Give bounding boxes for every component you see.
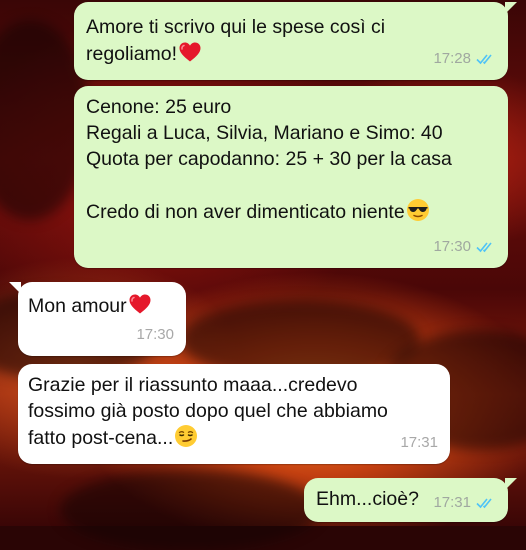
message-text-line: Cenone: 25 euro: [86, 96, 232, 118]
message-bubble-incoming[interactable]: Grazie per il riassunto maaa...credevo f…: [18, 364, 450, 464]
smirking-face-icon: [175, 425, 198, 447]
message-bubble-outgoing[interactable]: Ehm...cioè? 17:31: [304, 478, 517, 522]
message-text-line: Credo di non aver dimenticato niente: [86, 198, 494, 225]
sunglasses-face-icon: [406, 199, 429, 221]
message-meta: 17:31: [433, 490, 496, 516]
message-meta: 17:31: [400, 430, 438, 456]
message-meta: 17:30: [136, 322, 174, 348]
double-check-read-icon: [476, 54, 492, 65]
message-text-line: [86, 172, 494, 198]
message-text-line: Grazie per il riassunto maaa...credevo: [28, 374, 358, 396]
message-time: 17:28: [433, 50, 471, 67]
message-text-line: Regali a Luca, Silvia, Mariano e Simo: 4…: [86, 122, 443, 144]
message-time: 17:30: [136, 326, 174, 343]
message-text-line: Mon amour: [28, 292, 176, 319]
message-text-line: Quota per capodanno: 25 + 30 per la casa: [86, 148, 452, 170]
message-text-line: fossimo già posto dopo quel che abbiamo: [28, 400, 388, 422]
message-text-line: Amore ti scrivo qui le spese così ci: [86, 16, 386, 38]
message-text-line: fatto post-cena...: [28, 424, 440, 451]
red-heart-icon: [179, 42, 201, 62]
message-meta: 17:28: [433, 46, 496, 72]
message-time: 17:31: [433, 494, 471, 511]
double-check-read-icon: [476, 242, 492, 253]
red-heart-icon: [129, 294, 151, 314]
message-time: 17:31: [400, 434, 438, 451]
message-bubble-outgoing[interactable]: Cenone: 25 euro Regali a Luca, Silvia, M…: [74, 86, 508, 268]
double-check-read-icon: [476, 498, 492, 509]
message-bubble-incoming[interactable]: Mon amour 17:30: [9, 282, 186, 356]
message-meta: 17:30: [433, 234, 496, 260]
message-time: 17:30: [433, 238, 471, 255]
message-bubble-outgoing[interactable]: Amore ti scrivo qui le spese così ci reg…: [74, 2, 517, 80]
